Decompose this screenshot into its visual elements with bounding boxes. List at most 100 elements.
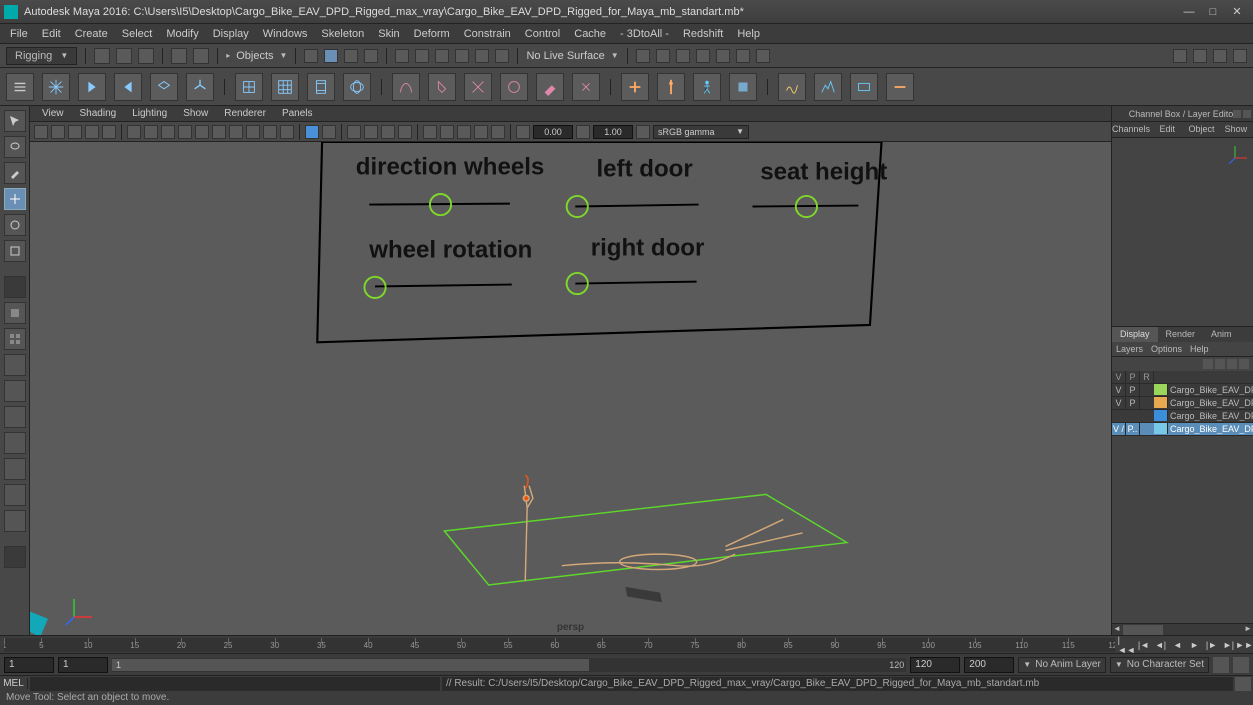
menu-select[interactable]: Select bbox=[116, 26, 159, 42]
menu-redshift[interactable]: Redshift bbox=[677, 26, 729, 42]
maximize-button[interactable]: □ bbox=[1201, 4, 1225, 20]
layer-p-toggle[interactable]: P bbox=[1126, 384, 1140, 396]
chevron-down-icon[interactable]: ▼ bbox=[280, 51, 288, 60]
layout-option[interactable] bbox=[4, 458, 26, 480]
range-thumb[interactable]: 1 bbox=[112, 659, 589, 671]
viewport[interactable]: direction wheels left door seat height w… bbox=[30, 142, 1111, 635]
layer-p-toggle[interactable]: P bbox=[1126, 397, 1140, 409]
menu-display[interactable]: Display bbox=[207, 26, 255, 42]
range-end-inner[interactable]: 120 bbox=[910, 657, 960, 673]
panel-icon[interactable] bbox=[398, 125, 412, 139]
panel-toggle-icon[interactable] bbox=[1193, 49, 1207, 63]
panel-icon[interactable] bbox=[178, 125, 192, 139]
panel-icon[interactable] bbox=[195, 125, 209, 139]
menu-cache[interactable]: Cache bbox=[568, 26, 612, 42]
snap-icon[interactable] bbox=[455, 49, 469, 63]
panel-menu-view[interactable]: View bbox=[36, 107, 70, 120]
sel-mask-icon[interactable] bbox=[324, 49, 338, 63]
last-tool[interactable] bbox=[4, 276, 26, 298]
module-selector[interactable]: Rigging ▼ bbox=[6, 47, 77, 65]
panel-icon[interactable] bbox=[364, 125, 378, 139]
panel-icon[interactable] bbox=[381, 125, 395, 139]
shelf-tool[interactable] bbox=[150, 73, 178, 101]
play-forward-button[interactable]: ► bbox=[1188, 638, 1202, 652]
layer-name[interactable]: Cargo_Bike_EAV_DPD_ bbox=[1168, 424, 1253, 434]
panel-icon[interactable] bbox=[161, 125, 175, 139]
panel-menu-show[interactable]: Show bbox=[177, 107, 214, 120]
snap-icon[interactable] bbox=[435, 49, 449, 63]
autokey-button[interactable] bbox=[1213, 657, 1229, 673]
panel-icon[interactable] bbox=[127, 125, 141, 139]
shelf-skin-bind[interactable] bbox=[392, 73, 420, 101]
layer-menu-layers[interactable]: Layers bbox=[1116, 344, 1143, 354]
range-start-outer[interactable]: 1 bbox=[4, 657, 54, 673]
cb-tab-edit[interactable]: Edit bbox=[1150, 122, 1184, 137]
menu-skeleton[interactable]: Skeleton bbox=[315, 26, 370, 42]
goto-start-button[interactable]: |◄◄ bbox=[1120, 638, 1134, 652]
chevron-icon[interactable]: ▸ bbox=[226, 51, 230, 60]
exposure-field[interactable]: 0.00 bbox=[533, 125, 573, 139]
shelf-tool[interactable] bbox=[114, 73, 142, 101]
tool-settings[interactable] bbox=[4, 546, 26, 568]
shelf-tool-ik[interactable] bbox=[186, 73, 214, 101]
shelf-anim[interactable] bbox=[850, 73, 878, 101]
panel-icon[interactable] bbox=[229, 125, 243, 139]
main-control-curve[interactable] bbox=[444, 494, 846, 585]
layer-menu-options[interactable]: Options bbox=[1151, 344, 1182, 354]
shelf-anim[interactable] bbox=[814, 73, 842, 101]
panel-icon[interactable] bbox=[51, 125, 65, 139]
menu-dtoall[interactable]: - 3DtoAll - bbox=[614, 26, 675, 42]
panel-icon[interactable] bbox=[144, 125, 158, 139]
shelf-tool-snowflake[interactable] bbox=[42, 73, 70, 101]
open-scene-icon[interactable] bbox=[116, 48, 132, 64]
history-icon[interactable] bbox=[756, 49, 770, 63]
new-scene-icon[interactable] bbox=[94, 48, 110, 64]
panel-icon[interactable] bbox=[440, 125, 454, 139]
panel-icon[interactable] bbox=[491, 125, 505, 139]
history-icon[interactable] bbox=[676, 49, 690, 63]
layer-icon[interactable] bbox=[1215, 359, 1225, 369]
panel-icon[interactable] bbox=[576, 125, 590, 139]
history-icon[interactable] bbox=[656, 49, 670, 63]
step-back-key-button[interactable]: |◄ bbox=[1137, 638, 1151, 652]
history-icon[interactable] bbox=[696, 49, 710, 63]
menu-edit[interactable]: Edit bbox=[36, 26, 67, 42]
menu-deform[interactable]: Deform bbox=[408, 26, 456, 42]
layout-four[interactable] bbox=[4, 328, 26, 350]
panel-icon[interactable] bbox=[280, 125, 294, 139]
menu-windows[interactable]: Windows bbox=[257, 26, 314, 42]
layer-color-swatch[interactable] bbox=[1154, 410, 1168, 421]
rotate-tool[interactable] bbox=[4, 214, 26, 236]
menu-help[interactable]: Help bbox=[731, 26, 766, 42]
layer-icon[interactable] bbox=[1203, 359, 1213, 369]
panel-icon[interactable] bbox=[347, 125, 361, 139]
sel-mask-icon[interactable] bbox=[304, 49, 318, 63]
select-tool[interactable] bbox=[4, 110, 26, 132]
rig-skeleton[interactable] bbox=[523, 475, 802, 581]
panel-toggle-icon[interactable] bbox=[1233, 49, 1247, 63]
layout-option[interactable] bbox=[4, 380, 26, 402]
layout-option[interactable] bbox=[4, 406, 26, 428]
layout-option[interactable] bbox=[4, 484, 26, 506]
layer-name[interactable]: Cargo_Bike_EAV_DPD_ bbox=[1168, 398, 1253, 408]
layer-color-swatch[interactable] bbox=[1154, 397, 1168, 408]
layer-tab-display[interactable]: Display bbox=[1112, 327, 1158, 342]
layer-v-toggle[interactable]: V / bbox=[1112, 423, 1126, 435]
anim-layer-selector[interactable]: ▼ No Anim Layer bbox=[1018, 657, 1106, 673]
panel-menu-renderer[interactable]: Renderer bbox=[218, 107, 272, 120]
panel-toggle-icon[interactable] bbox=[1173, 49, 1187, 63]
lasso-tool[interactable] bbox=[4, 136, 26, 158]
shelf-constraint[interactable] bbox=[621, 73, 649, 101]
undo-icon[interactable] bbox=[171, 48, 187, 64]
layout-option[interactable] bbox=[4, 432, 26, 454]
shelf-wrap[interactable] bbox=[343, 73, 371, 101]
shelf-skin[interactable] bbox=[572, 73, 600, 101]
step-forward-button[interactable]: |► bbox=[1205, 638, 1219, 652]
shelf-lattice[interactable] bbox=[271, 73, 299, 101]
view-transform-selector[interactable]: sRGB gamma ▼ bbox=[653, 125, 749, 139]
scroll-thumb[interactable] bbox=[1123, 625, 1163, 635]
shelf-paint-weights[interactable] bbox=[536, 73, 564, 101]
shelf-skin[interactable] bbox=[428, 73, 456, 101]
layer-p-toggle[interactable]: P.. bbox=[1126, 423, 1140, 435]
shelf-anim[interactable] bbox=[778, 73, 806, 101]
